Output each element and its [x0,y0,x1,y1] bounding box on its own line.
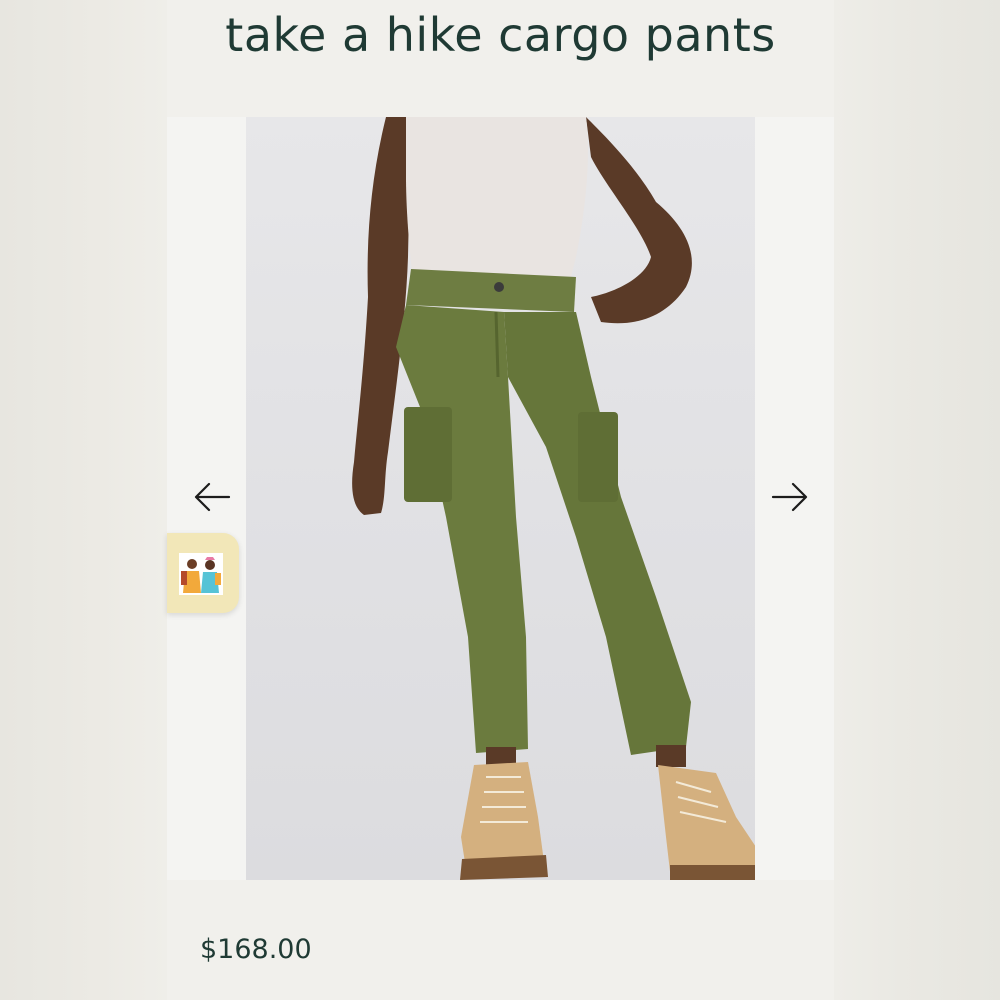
product-image[interactable] [246,117,755,880]
hikers-avatar-icon [179,553,223,595]
product-price: $168.00 [200,934,312,965]
chat-widget-button[interactable] [167,533,239,613]
previous-image-button[interactable] [191,477,235,517]
arrow-right-icon [771,482,808,512]
arrow-left-icon [194,482,231,512]
blurred-backdrop-right [834,0,1000,1000]
product-title: take a hike cargo pants [225,8,776,62]
blurred-backdrop-left [0,0,167,1000]
product-panel: take a hike cargo pants $168.00 [167,0,834,1000]
next-image-button[interactable] [767,477,811,517]
product-gallery [167,117,834,880]
